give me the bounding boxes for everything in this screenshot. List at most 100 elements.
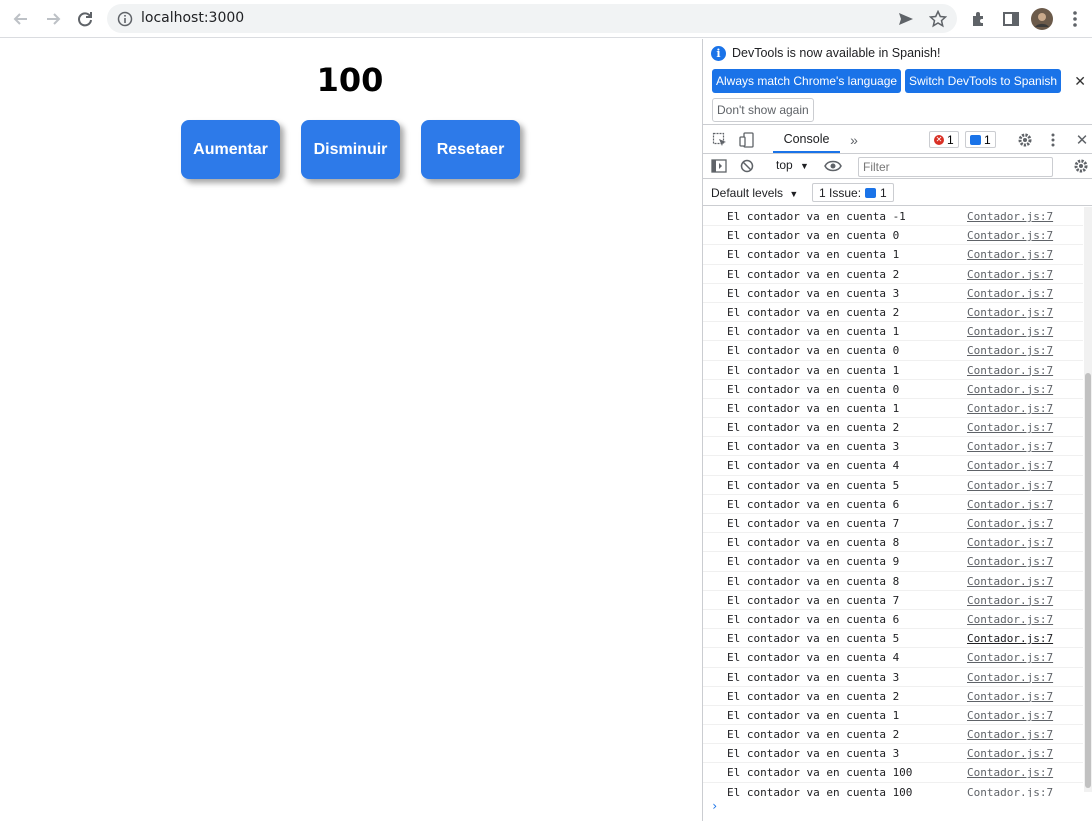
console-prompt[interactable]: › (711, 799, 718, 813)
log-row: El contador va en cuenta 2 Contador.js:7 (703, 418, 1083, 438)
log-source-link[interactable]: Contador.js:7 (967, 306, 1053, 319)
log-source-link[interactable]: Contador.js:7 (967, 747, 1053, 760)
log-source-link[interactable]: Contador.js:7 (967, 210, 1053, 223)
address-bar[interactable]: localhost:3000 (107, 4, 957, 33)
log-message: El contador va en cuenta 4 (727, 459, 900, 473)
increase-button[interactable]: Aumentar (181, 120, 280, 179)
log-source-link[interactable]: Contador.js:7 (967, 709, 1053, 722)
decrease-button[interactable]: Disminuir (301, 120, 400, 179)
kebab-menu-icon[interactable] (1044, 131, 1062, 149)
app-page: 100 Aumentar Disminuir Resetaer (0, 39, 702, 821)
scroll-thumb[interactable] (1085, 373, 1091, 788)
send-icon[interactable] (896, 9, 916, 29)
log-source-link[interactable]: Contador.js:7 (967, 671, 1053, 684)
log-row: El contador va en cuenta 3 Contador.js:7 (703, 744, 1083, 764)
log-source-link[interactable]: Contador.js:7 (967, 383, 1053, 396)
device-toggle-icon[interactable] (738, 131, 756, 149)
console-settings-icon[interactable] (1072, 157, 1090, 175)
filter-input[interactable]: Filter (858, 157, 1053, 177)
log-source-link[interactable]: Contador.js:7 (967, 536, 1053, 549)
infobar-message: DevTools is now available in Spanish! (732, 46, 941, 60)
log-source-link[interactable]: Contador.js:7 (967, 459, 1053, 472)
log-row: El contador va en cuenta 1 Contador.js:7 (703, 706, 1083, 726)
log-source-link[interactable]: Contador.js:7 (967, 287, 1053, 300)
context-select[interactable]: top ▼ (776, 158, 809, 172)
log-source-link[interactable]: Contador.js:7 (967, 325, 1053, 338)
log-row: El contador va en cuenta 0 Contador.js:7 (703, 226, 1083, 246)
log-source-link[interactable]: Contador.js:7 (967, 364, 1053, 377)
log-source-link[interactable]: Contador.js:7 (967, 632, 1053, 645)
log-message: El contador va en cuenta 6 (727, 612, 900, 626)
arrow-left-icon (13, 13, 27, 25)
counter-value: 100 (316, 61, 384, 99)
forward-button[interactable] (41, 7, 65, 31)
clear-console-icon[interactable] (738, 157, 756, 175)
log-source-link[interactable]: Contador.js:7 (967, 613, 1053, 626)
log-source-link[interactable]: Contador.js:7 (967, 728, 1053, 741)
match-language-button[interactable]: Always match Chrome's language (712, 69, 902, 93)
log-source-link[interactable]: Contador.js:7 (967, 690, 1053, 703)
switch-language-button[interactable]: Switch DevTools to Spanish (905, 69, 1062, 93)
message-badge[interactable]: 1 (965, 131, 996, 148)
log-source-link[interactable]: Contador.js:7 (967, 766, 1053, 779)
more-tabs-icon[interactable]: » (845, 131, 863, 149)
tab-console[interactable]: Console (773, 126, 840, 153)
log-source-link[interactable]: Contador.js:7 (967, 555, 1053, 568)
log-row: El contador va en cuenta 100 Contador.js:… (703, 763, 1083, 783)
console-scrollbar[interactable] (1084, 207, 1092, 792)
log-row: El contador va en cuenta 1 Contador.js:7 (703, 361, 1083, 380)
log-source-link[interactable]: Contador.js:7 (967, 402, 1053, 415)
extensions-icon[interactable] (968, 8, 990, 30)
levels-bar: Default levels ▼ 1 Issue: 1 (703, 180, 1092, 206)
log-message: El contador va en cuenta 2 (727, 728, 900, 742)
eye-icon[interactable] (824, 157, 842, 175)
log-source-link[interactable]: Contador.js:7 (967, 344, 1053, 357)
star-icon[interactable] (928, 9, 948, 29)
log-message: El contador va en cuenta 1 (727, 401, 900, 415)
log-row: El contador va en cuenta 0 Contador.js:7 (703, 341, 1083, 361)
log-source-link[interactable]: Contador.js:7 (967, 229, 1053, 242)
console-log-area: El contador va en cuenta -1 Contador.js:7… (703, 207, 1083, 797)
dont-show-button[interactable]: Don't show again (712, 98, 814, 122)
reset-button[interactable]: Resetaer (421, 120, 520, 179)
settings-icon[interactable] (1016, 131, 1034, 149)
reload-button[interactable] (73, 7, 97, 31)
sidebar-toggle-icon[interactable] (710, 157, 728, 175)
log-message: El contador va en cuenta 5 (727, 478, 900, 492)
log-source-link[interactable]: Contador.js:7 (967, 421, 1053, 434)
log-row: El contador va en cuenta 6 Contador.js:7 (703, 495, 1083, 514)
issues-button[interactable]: 1 Issue: 1 (812, 183, 894, 202)
log-message: El contador va en cuenta -1 (727, 210, 906, 223)
log-row: El contador va en cuenta 2 Contador.js:7 (703, 265, 1083, 284)
log-source-link[interactable]: Contador.js:7 (967, 786, 1053, 797)
info-icon[interactable] (115, 9, 135, 29)
arrow-right-icon (47, 13, 61, 25)
side-panel-icon[interactable] (1000, 8, 1022, 30)
message-icon (970, 134, 981, 145)
close-icon[interactable]: ✕ (1074, 73, 1086, 90)
back-button[interactable] (9, 7, 33, 31)
url-text[interactable]: localhost:3000 (141, 10, 244, 26)
log-source-link[interactable]: Contador.js:7 (967, 517, 1053, 530)
log-source-link[interactable]: Contador.js:7 (967, 575, 1053, 588)
menu-icon[interactable] (1064, 8, 1086, 30)
close-devtools-icon[interactable]: ✕ (1073, 131, 1091, 149)
avatar[interactable] (1031, 8, 1053, 30)
error-badge[interactable]: ✕ 1 (929, 131, 959, 148)
log-message: El contador va en cuenta 7 (727, 517, 900, 530)
console-toolbar: top ▼ Filter (703, 154, 1092, 179)
default-levels-dropdown[interactable]: Default levels ▼ (711, 186, 798, 200)
log-source-link[interactable]: Contador.js:7 (967, 479, 1053, 492)
log-message: El contador va en cuenta 4 (727, 651, 900, 665)
log-source-link[interactable]: Contador.js:7 (967, 440, 1053, 453)
log-source-link[interactable]: Contador.js:7 (967, 498, 1053, 511)
log-row: El contador va en cuenta 3 Contador.js:7 (703, 284, 1083, 303)
log-source-link[interactable]: Contador.js:7 (967, 248, 1053, 261)
log-message: El contador va en cuenta 100 (727, 785, 913, 797)
log-source-link[interactable]: Contador.js:7 (967, 594, 1053, 607)
log-source-link[interactable]: Contador.js:7 (967, 268, 1053, 281)
inspect-icon[interactable] (711, 131, 729, 149)
log-row: El contador va en cuenta 100 Contador.js:… (703, 783, 1083, 797)
language-infobar: i DevTools is now available in Spanish! … (703, 39, 1092, 125)
log-source-link[interactable]: Contador.js:7 (967, 651, 1053, 664)
